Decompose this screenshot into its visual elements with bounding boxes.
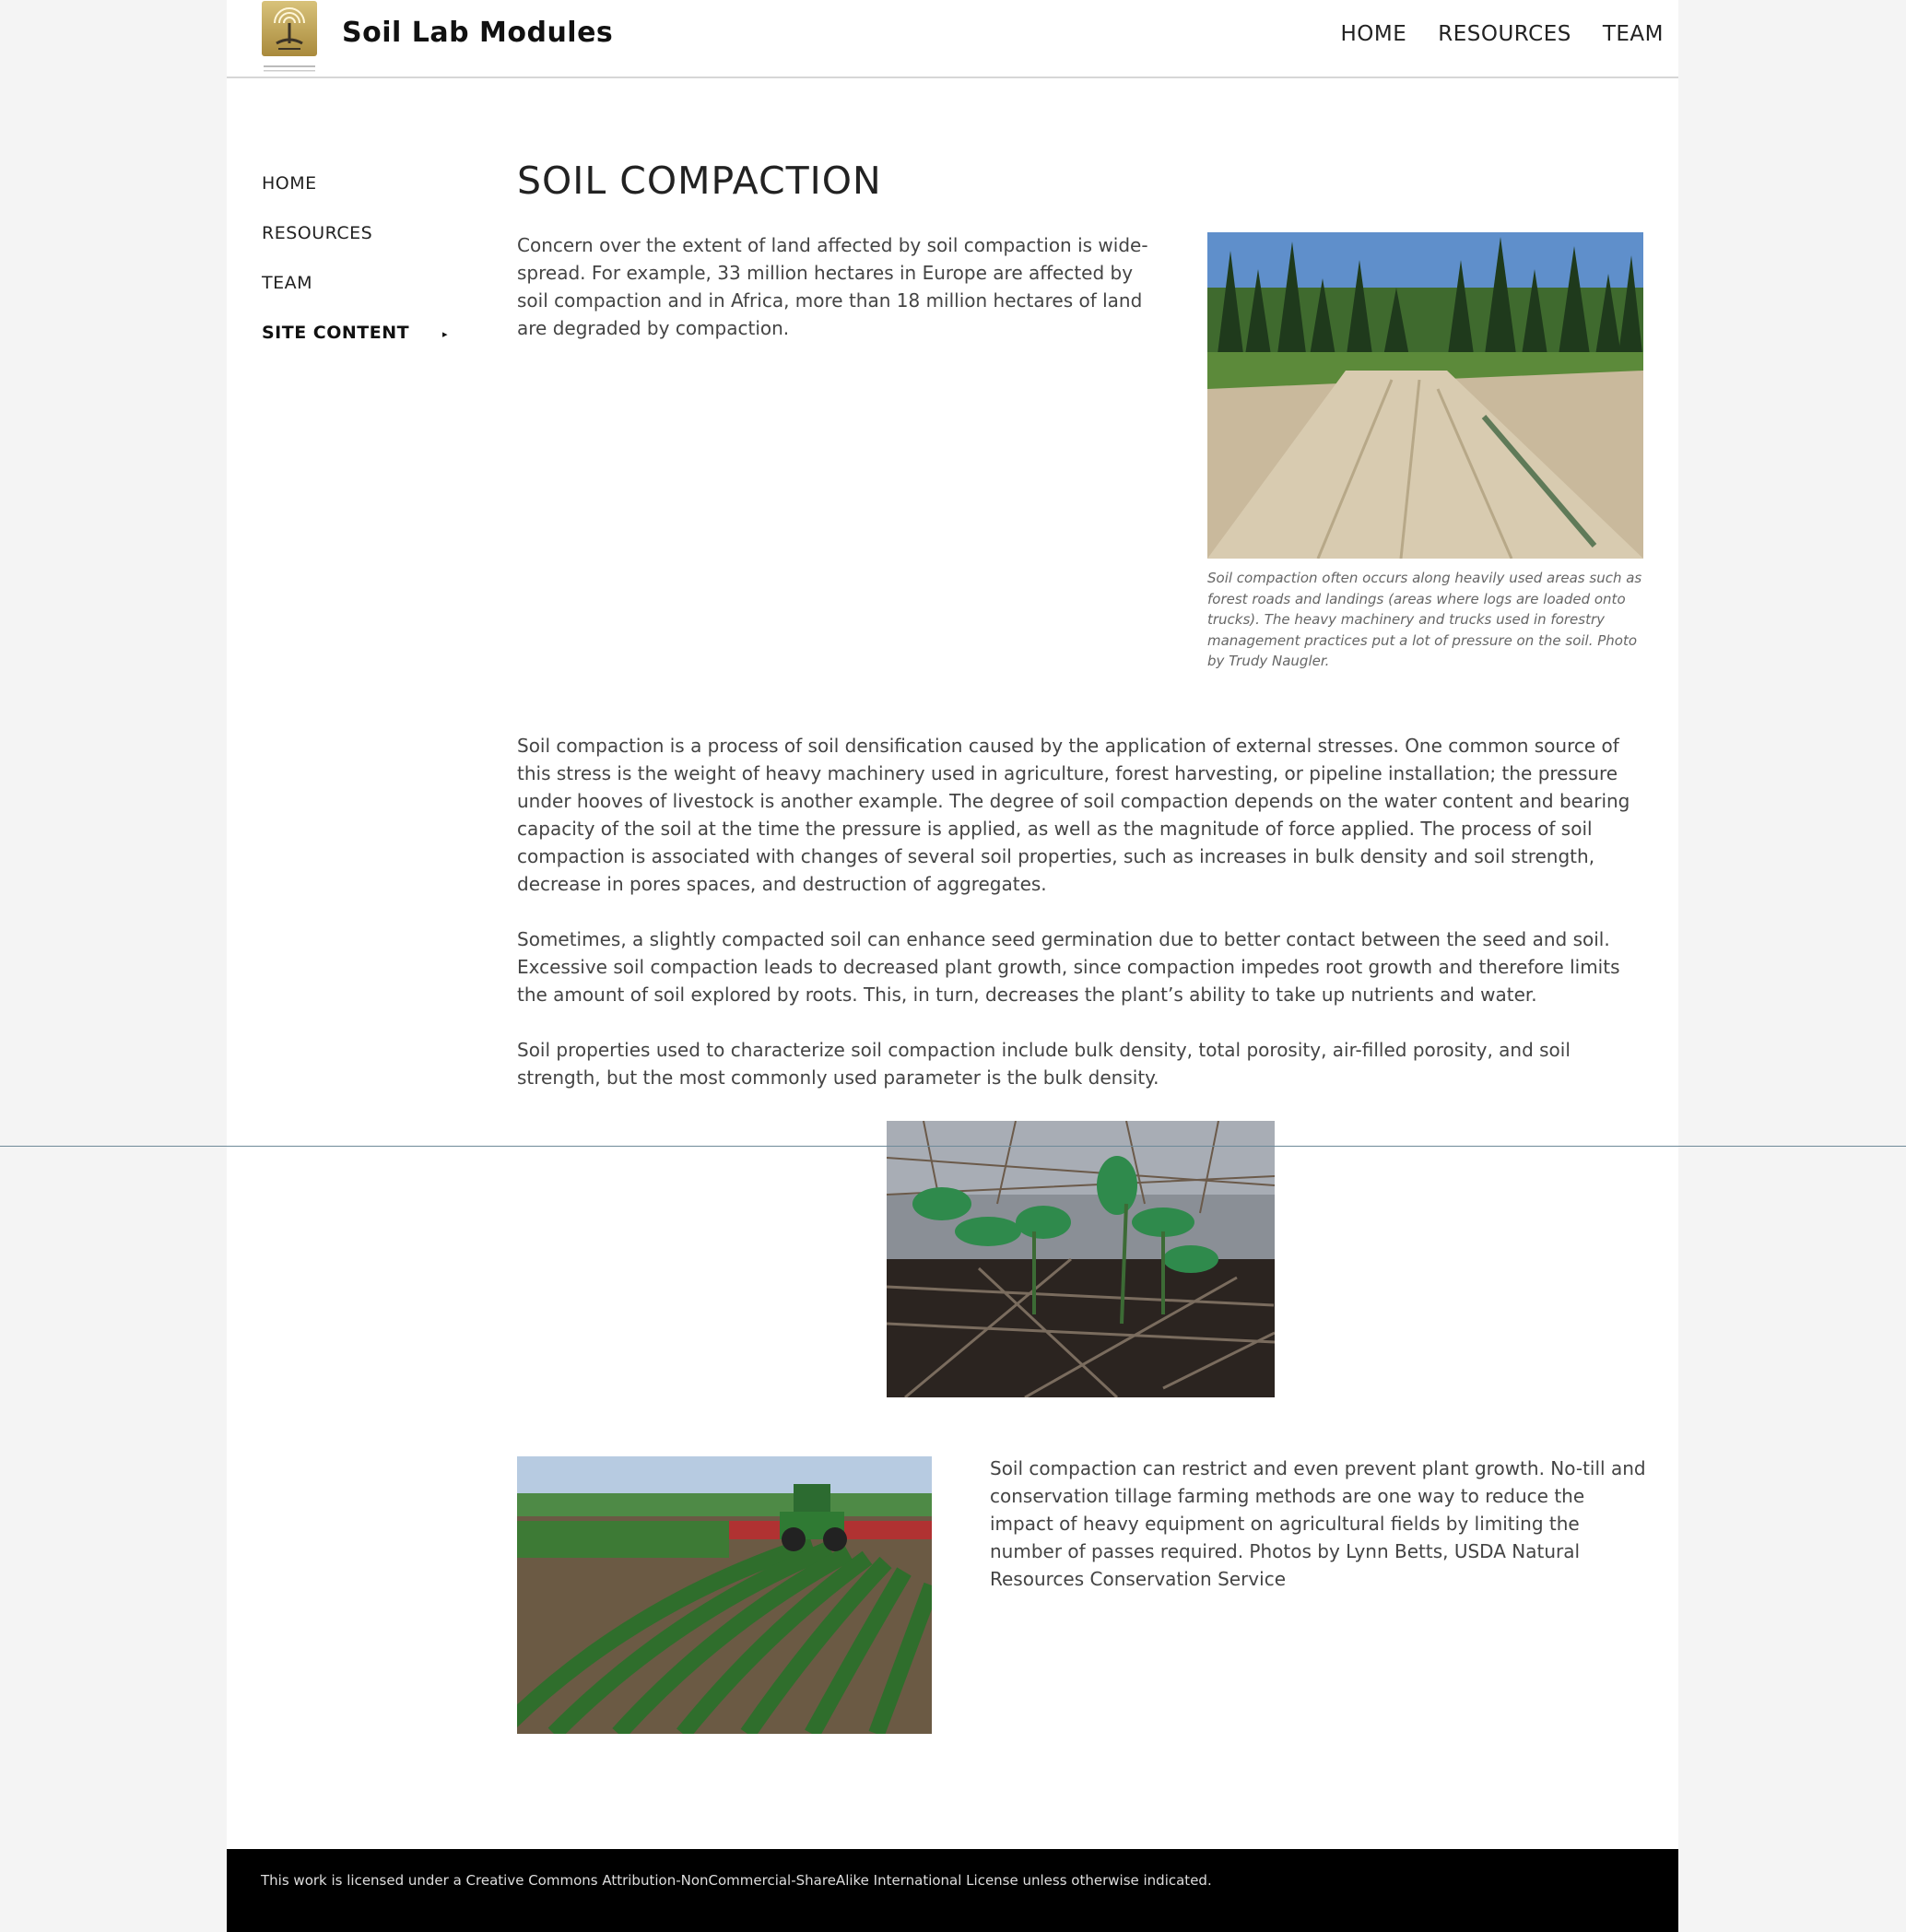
- forest-road-photo: [1207, 232, 1643, 559]
- top-nav-team[interactable]: TEAM: [1603, 22, 1664, 46]
- page-title: SOIL COMPACTION: [517, 159, 882, 203]
- sidebar-item-label: SITE CONTENT: [262, 323, 410, 343]
- horizontal-divider: [0, 1146, 1906, 1147]
- page-container: Soil Lab Modules HOME RESOURCES TEAM HOM…: [227, 0, 1678, 1932]
- sidebar-item-home[interactable]: HOME: [262, 171, 446, 221]
- body-paragraph-1: Soil compaction is a process of soil den…: [517, 735, 1630, 895]
- forest-photo-caption: Soil compaction often occurs along heavi…: [1207, 570, 1642, 669]
- sidebar-item-site-content[interactable]: SITE CONTENT ▸: [262, 321, 448, 371]
- seedlings-photo: [887, 1121, 1275, 1397]
- tractor-field-photo: [517, 1456, 932, 1734]
- sidebar-item-resources[interactable]: RESOURCES: [262, 221, 446, 271]
- tractor-photo-caption: Soil compaction can restrict and even pr…: [990, 1457, 1646, 1590]
- sidebar-nav: HOME RESOURCES TEAM SITE CONTENT ▸: [262, 171, 448, 371]
- site-header: Soil Lab Modules HOME RESOURCES TEAM: [227, 0, 1678, 78]
- top-nav-home[interactable]: HOME: [1340, 22, 1406, 46]
- site-footer: This work is licensed under a Creative C…: [227, 1849, 1678, 1932]
- intro-paragraph: Concern over the extent of land affected…: [517, 234, 1148, 339]
- sidebar-item-team[interactable]: TEAM: [262, 271, 446, 321]
- site-title[interactable]: Soil Lab Modules: [342, 17, 613, 49]
- body-paragraph-3: Soil properties used to characterize soi…: [517, 1039, 1571, 1089]
- body-paragraph-2: Sometimes, a slightly compacted soil can…: [517, 928, 1620, 1006]
- license-text[interactable]: This work is licensed under a Creative C…: [261, 1872, 1212, 1889]
- caret-right-icon[interactable]: ▸: [442, 323, 448, 347]
- top-nav: HOME RESOURCES TEAM: [1340, 22, 1664, 46]
- tree-logo-icon[interactable]: [262, 1, 317, 75]
- top-nav-resources[interactable]: RESOURCES: [1438, 22, 1571, 46]
